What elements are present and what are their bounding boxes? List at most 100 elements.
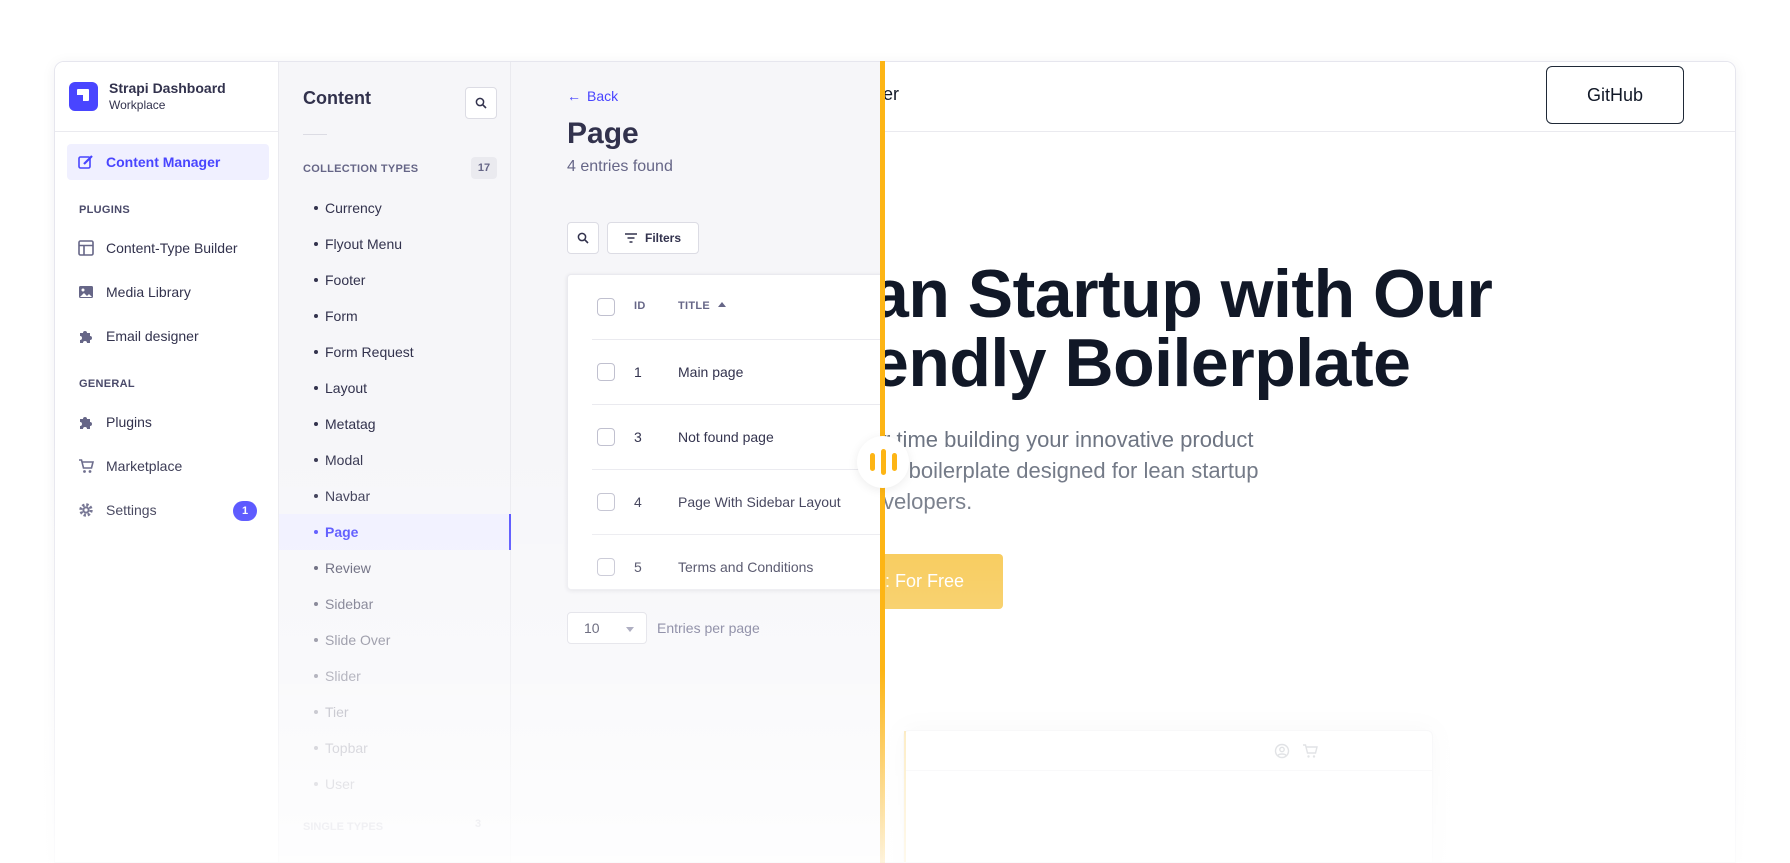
nav-item-marketplace[interactable]: Marketplace (67, 448, 269, 484)
settings-notification-badge: 1 (233, 501, 257, 521)
hero-description-line: velopers. (883, 489, 973, 514)
row-title: Main page (678, 364, 744, 380)
hero-title-line: an Startup with Our (883, 256, 1493, 332)
grip-bar (891, 453, 897, 471)
collection-item[interactable]: Navbar (279, 478, 511, 514)
collection-item[interactable]: Form (279, 298, 511, 334)
get-started-button[interactable]: : For Free (883, 554, 1003, 609)
nav-item-content-type-builder[interactable]: Content-Type Builder (67, 230, 269, 266)
back-label: Back (587, 88, 619, 104)
row-title: Not found page (678, 429, 774, 445)
nav-item-label: Content-Type Builder (106, 240, 238, 256)
grip-bar (880, 449, 886, 475)
table-row[interactable]: 1 Main page / (592, 340, 883, 405)
list-view: ← Back Page 4 entries found Filters ID T… (511, 62, 883, 862)
brand-title: Strapi Dashboard (109, 80, 226, 96)
row-checkbox[interactable] (597, 363, 615, 381)
single-types-label: SINGLE TYPES (303, 821, 384, 833)
subnav-search-button[interactable] (465, 87, 497, 119)
collection-item-page[interactable]: Page (279, 514, 511, 550)
select-all-checkbox[interactable] (597, 298, 615, 316)
brand-subtitle: Workplace (109, 98, 166, 112)
website-preview: er GitHub an Startup with Our endly Boil… (883, 62, 1735, 862)
collection-item[interactable]: Review (279, 550, 511, 586)
collection-item[interactable]: Slide Over (279, 622, 511, 658)
puzzle-icon (78, 328, 94, 344)
entries-count: 4 entries found (567, 158, 673, 175)
collection-item[interactable]: Sidebar (279, 586, 511, 622)
site-header: er GitHub (883, 62, 1735, 132)
column-header-id[interactable]: ID (634, 300, 646, 312)
github-button[interactable]: GitHub (1546, 66, 1684, 124)
entries-per-page-select[interactable]: 10 (567, 612, 647, 644)
chevron-down-icon (626, 627, 634, 632)
collection-item[interactable]: Metatag (279, 406, 511, 442)
nav-item-label: Marketplace (106, 458, 183, 474)
user-circle-icon (1274, 743, 1290, 759)
nav-item-label: Media Library (106, 284, 191, 300)
site-nav-link[interactable]: er (883, 84, 899, 105)
back-link[interactable]: ← Back (567, 88, 618, 104)
filters-button[interactable]: Filters (607, 222, 699, 254)
filters-label: Filters (644, 231, 681, 245)
nav-item-plugins[interactable]: Plugins (67, 404, 269, 440)
collection-item[interactable]: Flyout Menu (279, 226, 511, 262)
row-checkbox[interactable] (597, 558, 615, 576)
subnav-title: Content (303, 88, 371, 108)
mockup-toolbar (906, 731, 1432, 771)
column-header-title[interactable]: TITLE (678, 300, 727, 312)
layout-icon (78, 240, 94, 256)
table-row[interactable]: 3 Not found page / (592, 405, 883, 470)
brand: Strapi Dashboard Workplace (55, 62, 278, 132)
collection-types-list: Currency Flyout Menu Footer Form Form Re… (279, 190, 511, 802)
hero-description-line: ur boilerplate designed for lean startup (883, 458, 1259, 483)
nav-item-content-manager[interactable]: Content Manager (67, 144, 269, 180)
collection-item[interactable]: Form Request (279, 334, 511, 370)
row-id: 5 (634, 559, 642, 575)
nav-item-settings[interactable]: Settings 1 (67, 492, 269, 528)
comparison-slider-handle[interactable] (857, 436, 909, 488)
cart-icon (78, 458, 94, 474)
collection-item[interactable]: Tier (279, 694, 511, 730)
row-id: 4 (634, 494, 642, 510)
nav-item-label: Plugins (106, 414, 152, 430)
per-page-label: Entries per page (657, 620, 760, 636)
grip-bar (869, 453, 875, 471)
edit-icon (78, 154, 94, 170)
page-title: Page (567, 117, 639, 150)
nav-item-media-library[interactable]: Media Library (67, 274, 269, 310)
hero-description-line: r time building your innovative product (883, 427, 1254, 452)
collection-types-count: 17 (471, 157, 497, 179)
cart-icon (1303, 744, 1318, 758)
entries-table: ID TITLE U 1 Main page / 3 Not found pag… (567, 274, 883, 590)
row-checkbox[interactable] (597, 493, 615, 511)
puzzle-icon (78, 414, 94, 430)
hero-title: an Startup with Our endly Boilerplate (883, 256, 1493, 398)
general-section-label: GENERAL (79, 378, 135, 390)
collection-item[interactable]: User (279, 766, 511, 802)
sort-ascending-icon (718, 302, 727, 307)
collection-item[interactable]: Topbar (279, 730, 511, 766)
plugins-section-label: PLUGINS (79, 204, 130, 216)
search-icon (475, 97, 487, 109)
row-title: Terms and Conditions (678, 559, 814, 575)
table-row[interactable]: 5 Terms and Conditions / (592, 535, 883, 600)
collection-item[interactable]: Footer (279, 262, 511, 298)
main-nav: Strapi Dashboard Workplace Content Manag… (55, 62, 279, 862)
table-header-row: ID TITLE U (592, 275, 883, 340)
app-mockup (903, 730, 1433, 862)
single-types-count: 3 (475, 818, 482, 830)
nav-item-label: Email designer (106, 328, 199, 344)
collection-item[interactable]: Currency (279, 190, 511, 226)
nav-item-label: Content Manager (106, 154, 221, 170)
collection-item[interactable]: Slider (279, 658, 511, 694)
row-checkbox[interactable] (597, 428, 615, 446)
hero-description: r time building your innovative product … (883, 424, 1258, 517)
search-button[interactable] (567, 222, 599, 254)
table-row[interactable]: 4 Page With Sidebar Layout / (592, 470, 883, 535)
row-id: 1 (634, 364, 642, 380)
strapi-logo-icon (69, 82, 98, 111)
collection-item[interactable]: Modal (279, 442, 511, 478)
collection-item[interactable]: Layout (279, 370, 511, 406)
nav-item-email-designer[interactable]: Email designer (67, 318, 269, 354)
